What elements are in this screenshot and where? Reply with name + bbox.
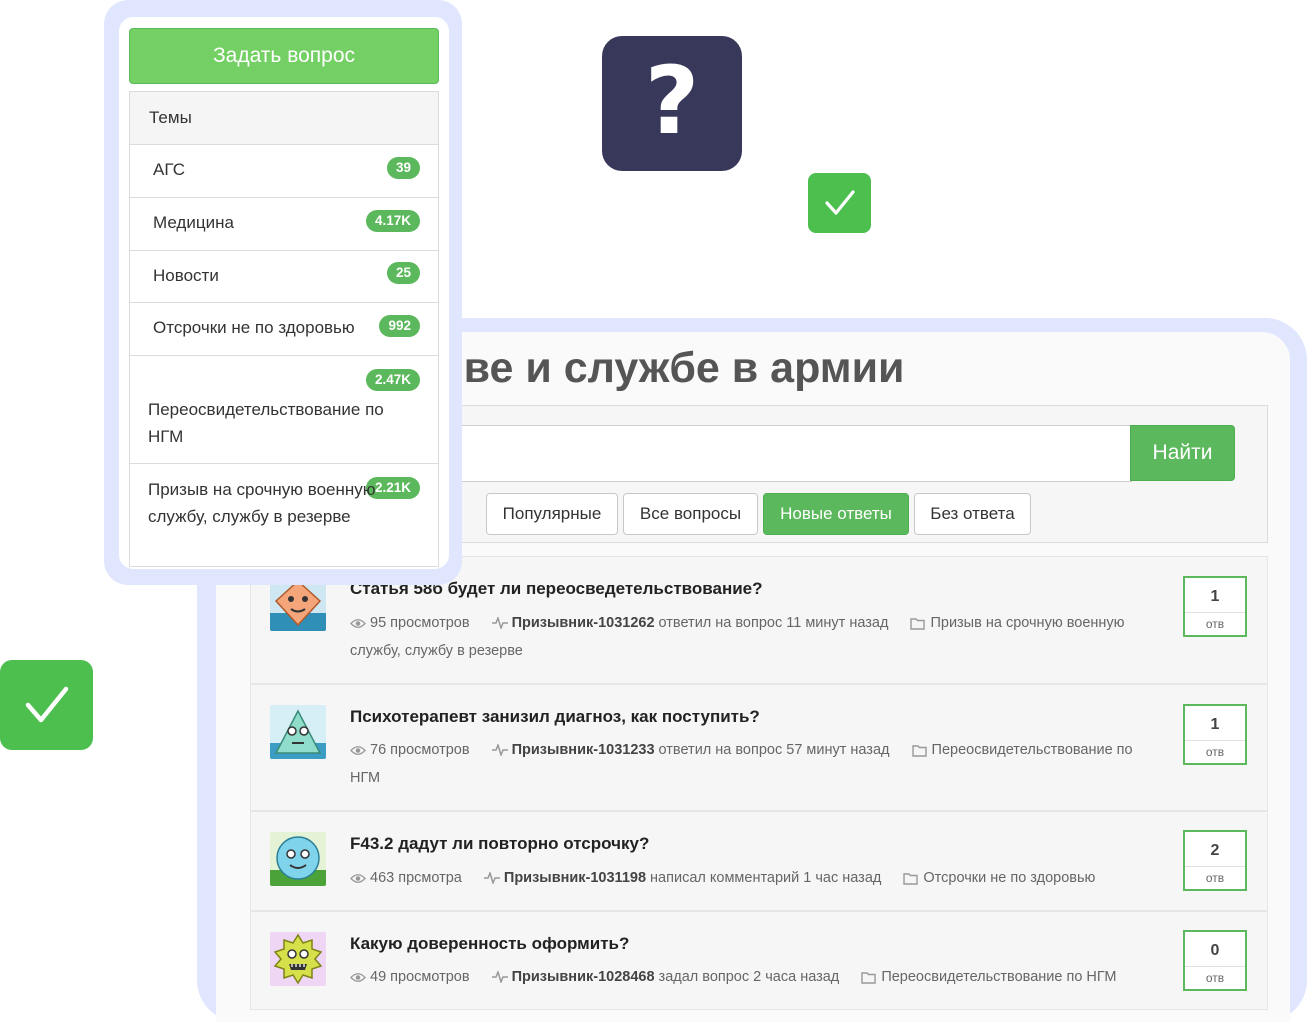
folder-icon (903, 872, 919, 885)
answers-count: 1 (1185, 578, 1245, 613)
eye-icon (350, 745, 366, 755)
question-mark-tile: ? (602, 36, 742, 171)
question-item[interactable]: Какую доверенность оформить? 49 просмотр… (250, 911, 1268, 1010)
topic-item-conscription[interactable]: 2.21K Призыв на срочную военную службу, … (130, 464, 438, 566)
ask-question-button[interactable]: Задать вопрос (129, 28, 439, 84)
topics-header: Темы (130, 92, 438, 145)
activity-icon (491, 971, 508, 984)
question-title[interactable]: Психотерапевт занизил диагноз, как посту… (350, 707, 760, 727)
question-meta: 463 прсмотра Призывник-1031198 написал к… (350, 864, 1150, 892)
views-count: 463 прсмотра (370, 870, 462, 886)
activity-text: ответил на вопрос 57 минут назад (658, 742, 890, 758)
topic-label: АГС (153, 160, 186, 179)
check-tile-small (808, 173, 871, 233)
eye-icon (350, 972, 366, 982)
checkmark-icon (25, 686, 68, 723)
views-count: 76 просмотров (370, 742, 470, 758)
topic-item-deferments[interactable]: Отсрочки не по здоровью 992 (130, 303, 438, 356)
activity-icon (491, 744, 508, 757)
answers-count-box: 0 отв (1183, 930, 1247, 991)
activity-text: ответил на вопрос 11 минут назад (658, 615, 889, 631)
user-link[interactable]: Призывник-1028468 (512, 969, 655, 985)
filter-new-answers-button[interactable]: Новые ответы (763, 493, 909, 535)
check-tile-large (0, 660, 93, 750)
question-title[interactable]: F43.2 дадут ли повторно отсрочку? (350, 834, 649, 854)
answers-count-box: 1 отв (1183, 576, 1247, 637)
filter-popular-button[interactable]: Популярные (486, 493, 618, 535)
answers-label: отв (1205, 745, 1225, 759)
question-title[interactable]: Какую доверенность оформить? (350, 934, 629, 954)
eye-icon (350, 618, 366, 628)
avatar-gear-face-icon (270, 932, 326, 986)
answers-count: 0 (1185, 932, 1245, 967)
answers-count: 1 (1185, 706, 1245, 741)
topic-label: Переосвидетельствование по НГМ (148, 400, 384, 446)
user-link[interactable]: Призывник-1031198 (504, 870, 646, 886)
eye-icon (350, 873, 366, 883)
topic-count-badge: 25 (386, 262, 420, 284)
activity-text: написал комментарий 1 час назад (650, 870, 882, 886)
answers-count-box: 2 отв (1183, 830, 1247, 891)
question-item[interactable]: Психотерапевт занизил диагноз, как посту… (250, 684, 1268, 811)
answers-label: отв (1205, 971, 1225, 985)
topic-item-ags[interactable]: АГС 39 (130, 145, 438, 198)
topic-count-badge: 2.47K (365, 369, 420, 391)
views-count: 49 просмотров (370, 969, 470, 985)
answers-count-box: 1 отв (1183, 704, 1247, 765)
answers-label: отв (1205, 871, 1225, 885)
topic-item-medicine[interactable]: Медицина 4.17K (130, 198, 438, 251)
topic-count-badge: 992 (379, 315, 420, 337)
topic-item-reexamination[interactable]: 2.47K Переосвидетельствование по НГМ (130, 356, 438, 464)
topic-link[interactable]: Переосвидетельствование по НГМ (881, 969, 1116, 985)
avatar-diamond-face-icon (270, 577, 326, 631)
search-button[interactable]: Найти (1130, 425, 1235, 481)
filter-all-questions-button[interactable]: Все вопросы (623, 493, 758, 535)
avatar-triangle-face-icon (270, 705, 326, 759)
topic-link[interactable]: Отсрочки не по здоровью (923, 870, 1095, 886)
avatar-round-face-icon (270, 832, 326, 886)
answers-count: 2 (1185, 832, 1245, 867)
folder-icon (910, 617, 926, 630)
activity-icon (491, 617, 508, 630)
topic-item-news[interactable]: Новости 25 (130, 251, 438, 303)
folder-icon (861, 971, 877, 984)
topics-list: Темы АГС 39 Медицина 4.17K Новости 25 От… (129, 91, 439, 567)
topic-label: Призыв на срочную военную службу, службу… (148, 480, 376, 526)
question-item[interactable]: F43.2 дадут ли повторно отсрочку? 463 пр… (250, 811, 1268, 911)
question-mark-icon: ? (644, 46, 700, 156)
topic-count-badge: 39 (386, 157, 420, 179)
activity-icon (483, 872, 500, 885)
views-count: 95 просмотров (370, 615, 470, 631)
answers-label: отв (1205, 617, 1225, 631)
activity-text: задал вопрос 2 часа назад (658, 969, 840, 985)
user-link[interactable]: Призывник-1031262 (512, 615, 655, 631)
filter-unanswered-button[interactable]: Без ответа (914, 493, 1031, 535)
topic-label: Отсрочки не по здоровью (153, 318, 355, 337)
folder-icon (911, 744, 927, 757)
topic-count-badge: 4.17K (365, 210, 420, 232)
question-meta: 76 просмотров Призывник-1031233 ответил … (350, 736, 1150, 792)
user-link[interactable]: Призывник-1031233 (512, 742, 655, 758)
checkmark-icon (824, 190, 855, 215)
question-meta: 49 просмотров Призывник-1028468 задал во… (350, 963, 1150, 991)
question-meta: 95 просмотров Призывник-1031262 ответил … (350, 609, 1150, 665)
topic-label: Медицина (153, 213, 234, 232)
topic-label: Новости (153, 266, 219, 285)
